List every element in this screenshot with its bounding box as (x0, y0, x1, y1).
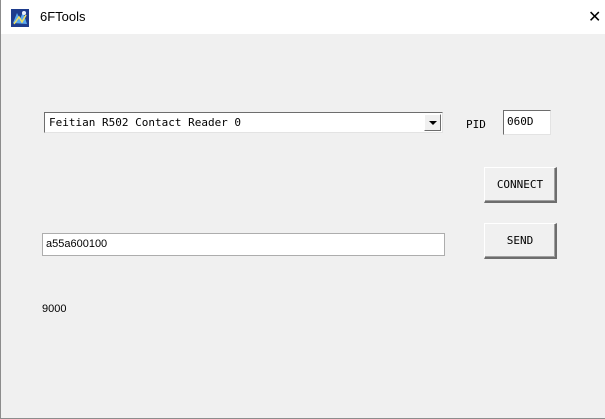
response-text: 9000 (42, 303, 67, 315)
command-input[interactable]: a55a600100 (42, 233, 445, 256)
chevron-down-icon (429, 121, 437, 125)
reader-select[interactable]: Feitian R502 Contact Reader 0 (44, 112, 443, 133)
app-window: 6FTools ✕ Feitian R502 Contact Reader 0 … (0, 0, 605, 419)
dropdown-button[interactable] (424, 114, 441, 131)
app-icon (11, 9, 29, 27)
pid-input[interactable]: 060D (503, 110, 551, 135)
reader-select-value: Feitian R502 Contact Reader 0 (49, 116, 242, 129)
connect-button[interactable]: CONNECT (484, 167, 557, 203)
close-icon[interactable]: ✕ (588, 0, 605, 34)
title-bar: 6FTools ✕ (1, 0, 605, 34)
send-button[interactable]: SEND (484, 223, 557, 259)
window-title: 6FTools (40, 9, 86, 24)
pid-label: PID (466, 118, 486, 131)
